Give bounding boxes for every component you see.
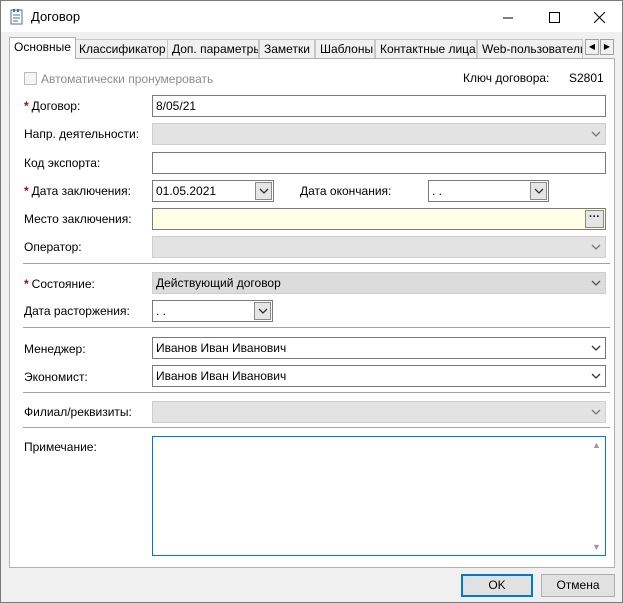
separator	[23, 427, 610, 428]
auto-number-label: Автоматически пронумеровать	[41, 72, 214, 86]
chevron-down-icon	[258, 308, 267, 314]
activity-select[interactable]	[152, 123, 606, 145]
tab-notes[interactable]: Заметки	[259, 39, 315, 59]
chevron-down-icon	[591, 131, 601, 137]
tab-scroll-left[interactable]: ◀	[585, 39, 599, 55]
separator	[23, 263, 610, 264]
maximize-icon	[548, 11, 560, 23]
close-icon	[593, 11, 605, 24]
termination-date-dropdown[interactable]	[254, 302, 271, 320]
note-label: Примечание:	[24, 440, 97, 454]
contract-label: * Договор:	[24, 99, 81, 113]
dialog-window: Договор Основные Классификатор Доп. пара…	[0, 0, 623, 603]
branch-label: Филиал/реквизиты:	[24, 405, 132, 419]
minimize-icon	[502, 17, 513, 19]
tab-classifier[interactable]: Классификатор	[74, 39, 169, 59]
tab-main[interactable]: Основные	[9, 37, 76, 59]
manager-label: Менеджер:	[24, 342, 86, 356]
cancel-button[interactable]: Отмена	[541, 574, 615, 597]
contract-key-label: Ключ договора:	[463, 71, 550, 85]
scroll-down-icon[interactable]: ▼	[592, 542, 601, 552]
end-date-dropdown[interactable]	[530, 182, 547, 200]
chevron-down-icon	[591, 345, 601, 351]
conclusion-date-label: * Дата заключения:	[24, 184, 131, 198]
place-lookup-button[interactable]: ···	[585, 210, 604, 228]
note-scrollbar[interactable]: ▲ ▼	[588, 437, 605, 555]
arrow-left-icon: ◀	[588, 42, 596, 51]
tab-contacts[interactable]: Контактные лица	[375, 39, 477, 59]
tab-web-users[interactable]: Web-пользователи	[477, 39, 583, 59]
export-code-input[interactable]	[152, 152, 606, 174]
required-marker: *	[24, 99, 29, 113]
maximize-button[interactable]	[531, 1, 577, 32]
ok-button[interactable]: OK	[461, 574, 533, 597]
place-input[interactable]: ···	[152, 208, 606, 230]
window-title: Договор	[31, 9, 81, 24]
scroll-up-icon[interactable]: ▲	[592, 440, 601, 450]
chevron-down-icon	[591, 373, 601, 379]
chevron-down-icon	[534, 188, 543, 194]
termination-date-label: Дата расторжения:	[24, 304, 130, 318]
minimize-button[interactable]	[485, 1, 531, 32]
close-button[interactable]	[576, 1, 622, 32]
chevron-down-icon	[591, 244, 601, 250]
end-date-input[interactable]: . .	[428, 180, 549, 202]
operator-label: Оператор:	[24, 240, 82, 254]
title-bar[interactable]: Договор	[1, 1, 622, 32]
end-date-label: Дата окончания:	[300, 184, 392, 198]
separator	[23, 392, 610, 393]
branch-select[interactable]	[152, 401, 606, 423]
chevron-down-icon	[259, 188, 268, 194]
contract-input[interactable]: 8/05/21	[152, 95, 606, 117]
required-marker: *	[24, 277, 29, 291]
termination-date-input[interactable]: . .	[152, 300, 273, 322]
separator	[23, 327, 610, 328]
required-marker: *	[24, 184, 29, 198]
manager-select[interactable]: Иванов Иван Иванович	[152, 337, 606, 359]
activity-label: Напр. деятельности:	[24, 127, 140, 141]
ellipsis-icon: ···	[589, 211, 600, 223]
conclusion-date-dropdown[interactable]	[255, 182, 272, 200]
state-select[interactable]: Действующий договор	[152, 272, 606, 294]
note-textarea[interactable]: ▲ ▼	[152, 436, 606, 556]
document-icon	[10, 9, 23, 25]
place-label: Место заключения:	[24, 212, 132, 226]
tab-templates[interactable]: Шаблоны	[315, 39, 375, 59]
auto-number-checkbox[interactable]	[24, 72, 37, 85]
economist-label: Экономист:	[24, 370, 88, 384]
tab-scroll-right[interactable]: ▶	[600, 39, 614, 55]
conclusion-date-input[interactable]: 01.05.2021	[152, 180, 274, 202]
chevron-down-icon	[591, 409, 601, 415]
chevron-down-icon	[591, 280, 601, 286]
contract-key-value: S2801	[569, 71, 604, 85]
tab-panel-main: Автоматически пронумеровать Ключ договор…	[9, 58, 615, 568]
economist-select[interactable]: Иванов Иван Иванович	[152, 365, 606, 387]
state-label: * Состояние:	[24, 277, 95, 291]
arrow-right-icon: ▶	[603, 42, 611, 51]
operator-select[interactable]	[152, 236, 606, 258]
tab-additional-params[interactable]: Доп. параметры	[167, 39, 259, 59]
export-code-label: Код экспорта:	[24, 156, 101, 170]
